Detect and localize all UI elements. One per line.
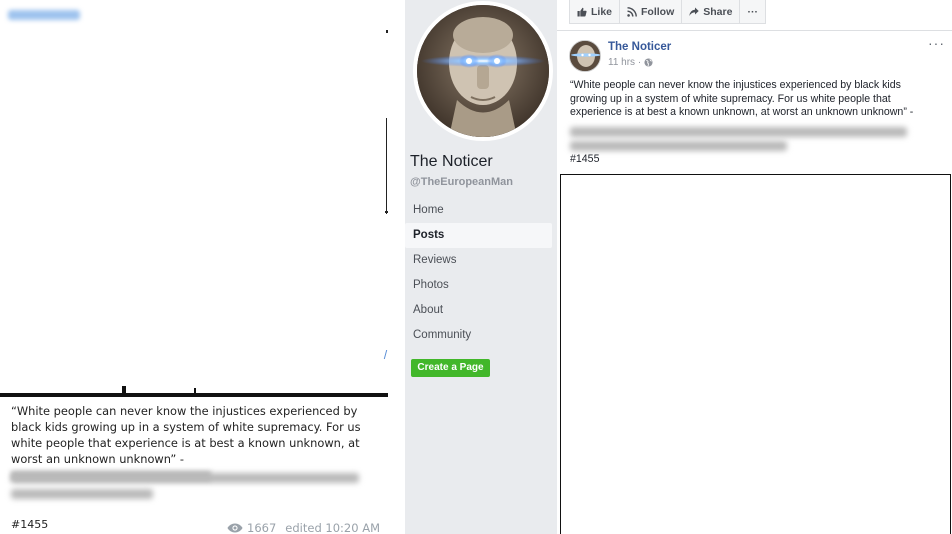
thumbs-up-icon — [577, 7, 587, 16]
edge-mark — [386, 118, 387, 214]
share-label: Share — [703, 5, 733, 18]
share-button[interactable]: Share — [681, 0, 741, 24]
post-timestamp[interactable]: 11 hrs · — [608, 57, 653, 68]
post-media-placeholder[interactable] — [560, 174, 951, 534]
nav-item-home[interactable]: Home — [405, 198, 552, 223]
follow-label: Follow — [641, 5, 675, 18]
edited-time: edited 10:20 AM — [285, 521, 380, 534]
more-options-button[interactable]: ··· — [739, 0, 766, 24]
page-handle[interactable]: @TheEuropeanMan — [410, 176, 513, 188]
avatar-image — [570, 41, 600, 71]
post-body-text: “White people can never know the injusti… — [570, 79, 914, 118]
like-label: Like — [591, 5, 613, 18]
redacted-text — [11, 489, 153, 499]
view-count: 1667 — [247, 521, 277, 534]
fb-page-sidebar: The Noticer @TheEuropeanMan Home Posts R… — [405, 0, 557, 534]
page-title[interactable]: The Noticer — [410, 153, 493, 171]
profile-picture[interactable] — [413, 1, 553, 141]
nav-item-reviews[interactable]: Reviews — [405, 248, 552, 273]
edge-mark — [194, 388, 196, 394]
create-page-button[interactable]: Create a Page — [411, 359, 490, 377]
eye-icon — [227, 523, 243, 533]
fb-post-column: Like Follow Share ··· The Noticer 11 hrs… — [557, 0, 952, 534]
nav-item-community[interactable]: Community — [405, 323, 552, 348]
post-meta: 1667 edited 10:20 AM — [227, 521, 380, 534]
redacted-text — [11, 473, 359, 483]
blurred-channel-link[interactable] — [8, 10, 80, 20]
like-button[interactable]: Like — [569, 0, 621, 24]
edge-mark — [383, 350, 388, 359]
edge-mark — [122, 386, 126, 394]
share-arrow-icon — [689, 7, 699, 16]
redacted-text — [570, 127, 907, 137]
nav-item-posts[interactable]: Posts — [405, 223, 552, 248]
telegram-post-panel: “White people can never know the injusti… — [0, 0, 390, 534]
author-avatar[interactable] — [569, 40, 601, 72]
page-nav: Home Posts Reviews Photos About Communit… — [405, 198, 552, 348]
post-author-name[interactable]: The Noticer — [608, 41, 671, 53]
post-hashtag[interactable]: #1455 — [570, 153, 599, 165]
post-quote-text: “White people can never know the injusti… — [11, 403, 373, 483]
follow-button[interactable]: Follow — [619, 0, 683, 24]
nav-item-about[interactable]: About — [405, 298, 552, 323]
post-card: The Noticer 11 hrs · ··· “White people c… — [557, 30, 952, 534]
post-time-text: 11 hrs · — [608, 57, 642, 68]
quote-text: “White people can never know the injusti… — [11, 404, 361, 466]
post-hashtag[interactable]: #1455 — [11, 518, 48, 531]
rss-icon — [627, 6, 637, 17]
bust-portrait-image — [417, 5, 549, 137]
page-action-bar: Like Follow Share ··· — [569, 0, 766, 24]
nav-item-photos[interactable]: Photos — [405, 273, 552, 298]
edge-mark — [385, 211, 388, 213]
edge-mark — [386, 30, 388, 33]
globe-icon — [644, 58, 653, 67]
redacted-text — [570, 141, 787, 151]
post-options-icon[interactable]: ··· — [928, 36, 945, 50]
